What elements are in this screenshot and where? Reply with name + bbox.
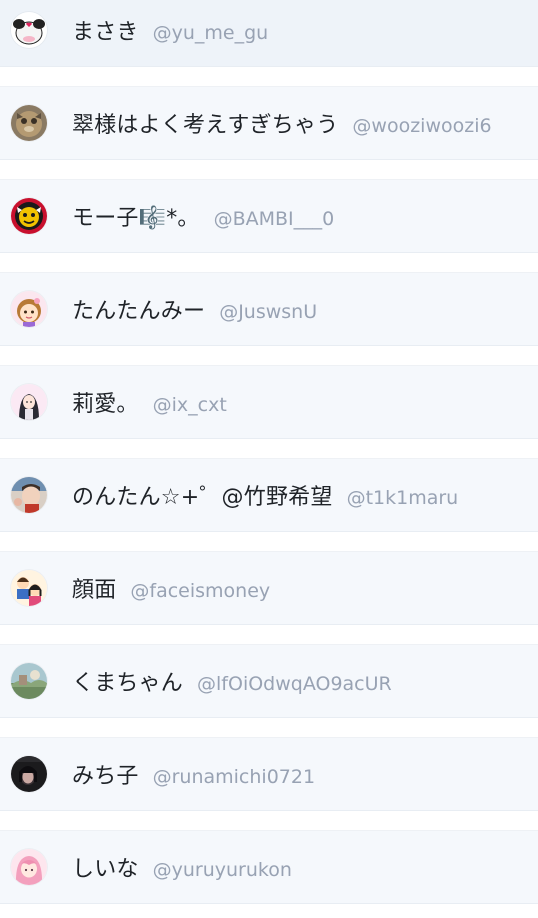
user-display-name[interactable]: くまちゃん: [72, 665, 183, 697]
photo-avatar-icon[interactable]: [11, 477, 47, 513]
user-row[interactable]: しいな @yuruyurukon: [0, 830, 538, 904]
user-handle[interactable]: @yuruyurukon: [153, 859, 292, 881]
user-row[interactable]: 顔面 @faceismoney: [0, 551, 538, 625]
user-row[interactable]: のんたん☆+゜@竹野希望 @t1k1maru: [0, 458, 538, 532]
user-row[interactable]: 莉愛。 @ix_cxt: [0, 365, 538, 439]
user-display-name[interactable]: しいな: [72, 851, 139, 883]
cat-avatar-icon[interactable]: [11, 105, 47, 141]
user-display-name[interactable]: 莉愛。: [72, 386, 139, 418]
user-handle[interactable]: @lfOiOdwqAO9acUR: [197, 673, 392, 695]
couple-avatar-icon[interactable]: [11, 570, 47, 606]
user-row[interactable]: まさき @yu_me_gu: [0, 0, 538, 67]
user-handle[interactable]: @runamichi0721: [153, 766, 315, 788]
anime-girl-avatar-icon[interactable]: [11, 384, 47, 420]
logo-avatar-icon[interactable]: [11, 198, 47, 234]
user-handle[interactable]: @faceismoney: [130, 580, 270, 602]
cow-avatar-icon[interactable]: [11, 12, 47, 48]
dark-photo-avatar-icon[interactable]: [11, 756, 47, 792]
user-display-name[interactable]: 顔面: [72, 572, 116, 604]
user-handle[interactable]: @wooziwoozi6: [352, 115, 491, 137]
user-row[interactable]: 翠様はよく考えすぎちゃう @wooziwoozi6: [0, 86, 538, 160]
pink-hair-avatar-icon[interactable]: [11, 849, 47, 885]
user-row[interactable]: モー子🎼*。 @BAMBI___0: [0, 179, 538, 253]
user-display-name[interactable]: たんたんみー: [72, 293, 205, 325]
landscape-avatar-icon[interactable]: [11, 663, 47, 699]
girl-avatar-icon[interactable]: [11, 291, 47, 327]
user-handle[interactable]: @ix_cxt: [153, 394, 227, 416]
user-display-name[interactable]: モー子🎼*。: [72, 200, 200, 232]
user-row[interactable]: みち子 @runamichi0721: [0, 737, 538, 811]
user-handle[interactable]: @t1k1maru: [347, 487, 459, 509]
user-display-name[interactable]: 翠様はよく考えすぎちゃう: [72, 107, 338, 139]
user-display-name[interactable]: みち子: [72, 758, 139, 790]
user-row[interactable]: くまちゃん @lfOiOdwqAO9acUR: [0, 644, 538, 718]
user-display-name[interactable]: のんたん☆+゜@竹野希望: [72, 479, 333, 511]
user-handle[interactable]: @BAMBI___0: [214, 208, 335, 230]
user-row[interactable]: たんたんみー @JuswsnU: [0, 272, 538, 346]
user-list: まさき @yu_me_gu 翠様はよく考えすぎちゃう @wooziwoozi6: [0, 0, 538, 918]
user-display-name[interactable]: まさき: [72, 14, 139, 46]
user-handle[interactable]: @yu_me_gu: [153, 22, 269, 44]
user-handle[interactable]: @JuswsnU: [219, 301, 317, 323]
